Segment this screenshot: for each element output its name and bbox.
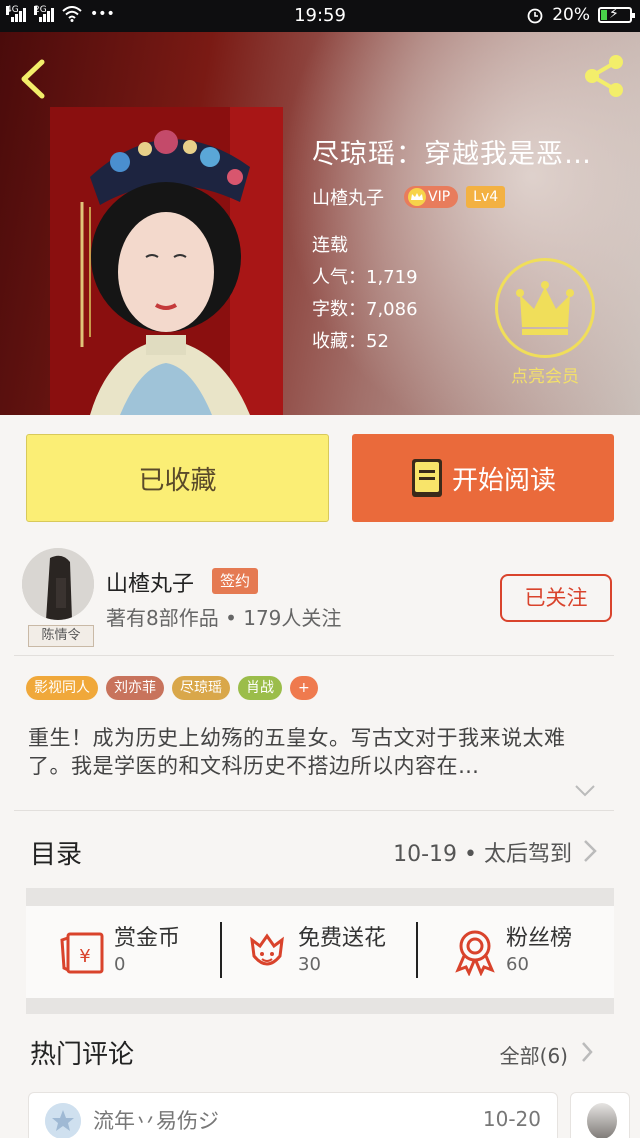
medal-icon: [455, 930, 495, 976]
divider: [14, 810, 614, 811]
member-button[interactable]: 点亮会员: [494, 258, 596, 387]
popularity-count: 人气：1,719: [312, 267, 418, 288]
reward-count: 30: [298, 954, 321, 975]
hot-comments-title: 热门评论: [30, 1040, 135, 1070]
battery-percent: 20%: [552, 5, 590, 25]
divider: [416, 922, 418, 978]
author-card-name[interactable]: 山楂丸子: [106, 566, 194, 598]
chevron-right-icon[interactable]: [580, 1040, 594, 1064]
free-flower-button[interactable]: 免费送花 30: [242, 920, 422, 986]
collected-button[interactable]: 已收藏: [26, 434, 329, 522]
commenter-avatar[interactable]: [45, 1103, 81, 1138]
status-bar: 4G 2G ••• 19:59 20% ⚡: [0, 0, 640, 32]
chevron-down-icon[interactable]: [574, 784, 596, 798]
rewards-bar: ¥ 赏金币 0 免费送花 30 粉丝榜 60: [26, 906, 614, 998]
status-right: 20% ⚡: [526, 5, 635, 25]
catalog-row[interactable]: 目录 10-19 • 太后驾到: [0, 812, 640, 888]
reward-count: 0: [114, 954, 126, 975]
favorites-count: 收藏：52: [312, 331, 389, 352]
vip-badge: VIP: [404, 186, 459, 208]
share-icon[interactable]: [580, 52, 628, 100]
tag-item[interactable]: 影视同人: [26, 676, 98, 700]
author-row: 山楂丸子 VIP Lv4: [312, 184, 506, 210]
book-header: 尽琼瑶：穿越我是恶… 山楂丸子 VIP Lv4 连载 人气：1,719 字数：7…: [0, 32, 640, 415]
tag-item[interactable]: 肖战: [238, 676, 282, 700]
add-tag-button[interactable]: +: [290, 676, 318, 700]
followed-button[interactable]: 已关注: [500, 574, 612, 622]
book-cover-image[interactable]: [50, 107, 283, 415]
serial-status: 连载: [312, 235, 348, 256]
section-separator: [26, 998, 614, 1014]
chevron-right-icon: [584, 840, 597, 862]
reward-coins-button[interactable]: ¥ 赏金币 0: [58, 920, 228, 986]
level-badge: Lv4: [466, 186, 506, 208]
tag-item[interactable]: 刘亦菲: [106, 676, 164, 700]
word-count: 字数：7,086: [312, 299, 418, 320]
commenter-avatar[interactable]: [587, 1103, 617, 1138]
crown-icon: [516, 281, 574, 335]
svg-text:¥: ¥: [79, 946, 90, 967]
comment-card[interactable]: 流年丷易伤ジ 10-20: [28, 1092, 558, 1138]
flower-icon: [250, 933, 284, 966]
reward-count: 60: [506, 954, 529, 975]
reward-label: 免费送花: [298, 926, 387, 951]
start-reading-button[interactable]: 开始阅读: [352, 434, 614, 522]
back-icon[interactable]: [14, 56, 54, 102]
reward-label: 粉丝榜: [506, 926, 573, 951]
all-comments-link[interactable]: 全部(6): [500, 1040, 568, 1069]
avatar-tag: 陈情令: [28, 625, 94, 647]
author-name[interactable]: 山楂丸子: [312, 184, 384, 210]
divider: [14, 655, 614, 656]
book-stats: 连载 人气：1,719 字数：7,086 收藏：52: [312, 230, 418, 358]
author-card: 陈情令 山楂丸子 签约 著有8部作品 • 179人关注 已关注: [0, 540, 640, 655]
author-meta: 著有8部作品 • 179人关注: [106, 606, 342, 630]
red-envelope-icon: ¥: [60, 932, 104, 974]
book-icon: [411, 459, 442, 497]
author-avatar[interactable]: [22, 548, 94, 620]
catalog-label: 目录: [30, 840, 83, 870]
crown-icon: [408, 188, 426, 206]
tag-item[interactable]: 尽琼瑶: [172, 676, 230, 700]
reward-label: 赏金币: [114, 926, 181, 951]
battery-icon: ⚡: [598, 6, 635, 23]
comment-card[interactable]: [570, 1092, 630, 1138]
member-label: 点亮会员: [511, 367, 579, 387]
book-title: 尽琼瑶：穿越我是恶…: [312, 139, 592, 170]
signed-badge: 签约: [212, 568, 259, 594]
alarm-icon: [527, 8, 543, 24]
tag-list: 影视同人 刘亦菲 尽琼瑶 肖战 +: [26, 676, 318, 700]
commenter-name: 流年丷易伤ジ: [93, 1109, 219, 1133]
book-description[interactable]: 重生！成为历史上幼殇的五皇女。写古文对于我来说太难了。我是学医的和文科历史不搭边…: [28, 724, 608, 780]
fan-ranking-button[interactable]: 粉丝榜 60: [450, 920, 610, 986]
latest-chapter: 10-19 • 太后驾到: [393, 842, 572, 867]
section-separator: [26, 888, 614, 906]
divider: [220, 922, 222, 978]
comment-date: 10-20: [482, 1107, 541, 1131]
